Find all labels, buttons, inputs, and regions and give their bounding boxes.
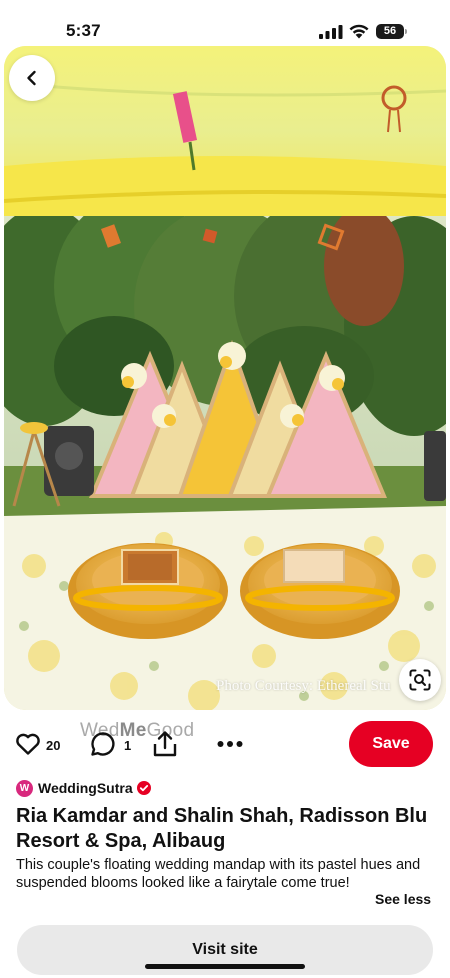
battery-level: 56	[383, 25, 397, 37]
creator-avatar: W	[16, 779, 33, 797]
save-button[interactable]: Save	[349, 721, 433, 767]
comment-count: 1	[124, 738, 132, 753]
battery-icon: 56	[376, 24, 408, 40]
share-icon[interactable]	[152, 730, 178, 758]
heart-icon[interactable]	[15, 732, 41, 756]
photo-credit: Photo Courtesy: Ethereal Stu	[216, 678, 391, 694]
chevron-left-icon	[27, 70, 36, 86]
creator-row[interactable]: W WeddingSutra	[16, 778, 151, 798]
home-indicator	[145, 964, 305, 969]
wifi-icon	[349, 24, 369, 39]
pin-title: Ria Kamdar and Shalin Shah, Radisson Blu…	[16, 805, 428, 852]
pin-image[interactable]	[4, 46, 446, 710]
status-bar: 5:37 56	[0, 0, 450, 44]
status-time: 5:37	[66, 21, 101, 40]
visual-search-icon	[409, 669, 431, 691]
more-options-icon[interactable]	[217, 738, 243, 750]
cellular-signal-icon	[319, 25, 343, 39]
creator-name[interactable]: WeddingSutra	[38, 780, 133, 796]
like-count: 20	[46, 738, 61, 753]
visual-search-button[interactable]	[399, 659, 441, 701]
back-button[interactable]	[9, 55, 55, 101]
pin-description: This couple's floating wedding mandap wi…	[16, 857, 421, 891]
comment-icon[interactable]	[90, 731, 116, 757]
see-less-link[interactable]: See less	[375, 891, 431, 907]
verified-badge-icon	[136, 781, 151, 795]
